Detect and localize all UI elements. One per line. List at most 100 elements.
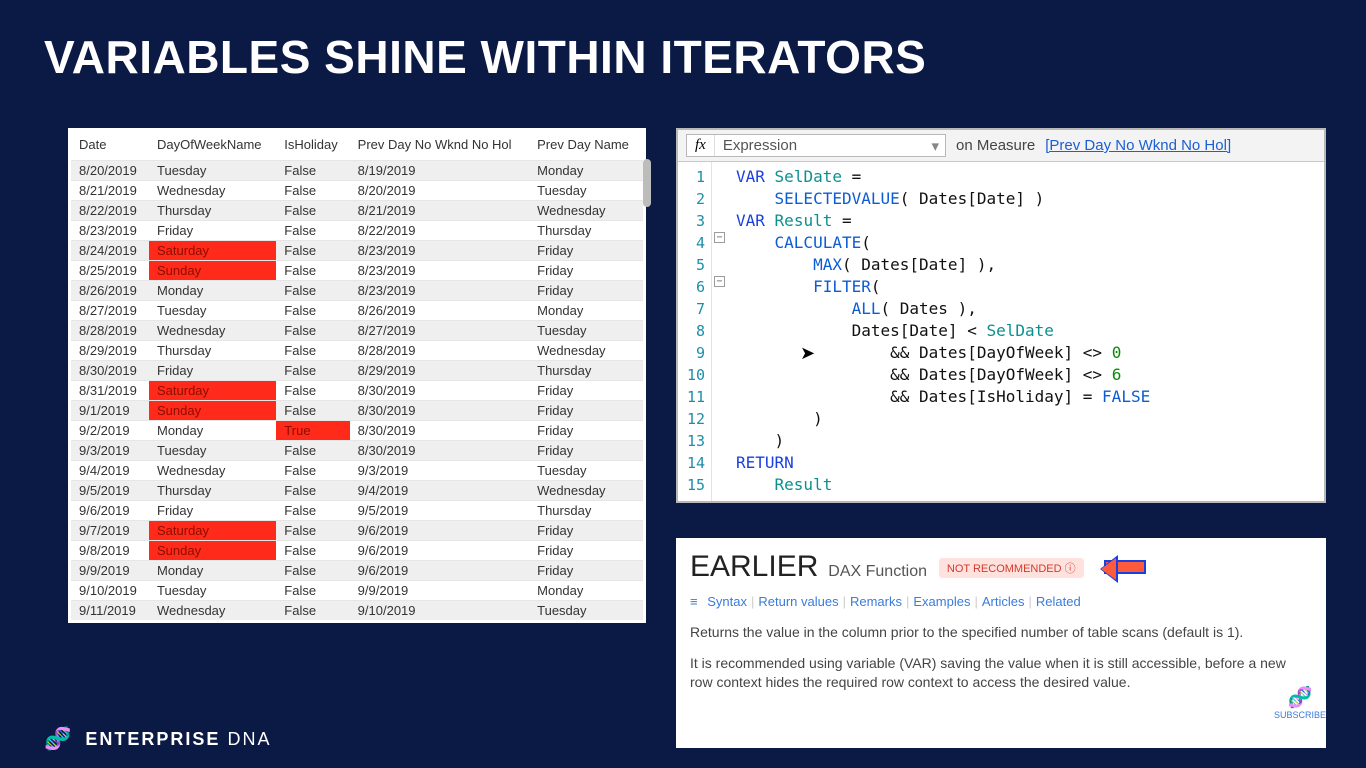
table-cell: False [276,361,349,381]
col-header[interactable]: IsHoliday [276,131,349,161]
table-cell: 8/29/2019 [350,361,529,381]
table-cell: False [276,541,349,561]
table-row[interactable]: 9/6/2019FridayFalse9/5/2019Thursday [71,501,643,521]
table-cell: False [276,561,349,581]
table-row[interactable]: 9/9/2019MondayFalse9/6/2019Friday [71,561,643,581]
table-row[interactable]: 8/24/2019SaturdayFalse8/23/2019Friday [71,241,643,261]
table-row[interactable]: 8/31/2019SaturdayFalse8/30/2019Friday [71,381,643,401]
doc-link[interactable]: Examples [913,594,970,609]
table-row[interactable]: 8/30/2019FridayFalse8/29/2019Thursday [71,361,643,381]
dax-doc-card: EARLIER DAX Function NOT RECOMMENDED ≡ S… [676,538,1326,748]
table-row[interactable]: 8/26/2019MondayFalse8/23/2019Friday [71,281,643,301]
doc-link[interactable]: Articles [982,594,1025,609]
table-row[interactable]: 8/22/2019ThursdayFalse8/21/2019Wednesday [71,201,643,221]
chevron-down-icon: ▾ [925,137,945,155]
table-cell: 9/4/2019 [71,461,149,481]
table-cell: False [276,441,349,461]
doc-link[interactable]: Related [1036,594,1081,609]
expression-dropdown[interactable]: fx Expression ▾ [686,134,946,157]
fold-icon[interactable]: − [714,232,725,243]
formula-bar: fx Expression ▾ on Measure [Prev Day No … [678,130,1324,162]
table-cell: Friday [529,561,643,581]
table-cell: Saturday [149,521,276,541]
table-cell: Friday [149,501,276,521]
table-cell: 8/21/2019 [71,181,149,201]
table-row[interactable]: 8/25/2019SundayFalse8/23/2019Friday [71,261,643,281]
table-cell: Friday [149,221,276,241]
table-cell: False [276,301,349,321]
table-cell: 8/22/2019 [350,221,529,241]
callout-arrow-icon [1104,560,1146,577]
table-row[interactable]: 9/8/2019SundayFalse9/6/2019Friday [71,541,643,561]
table-cell: 9/1/2019 [71,401,149,421]
fx-icon: fx [687,135,715,156]
table-row[interactable]: 8/29/2019ThursdayFalse8/28/2019Wednesday [71,341,643,361]
bar-text: on Measure [956,137,1035,154]
table-cell: Friday [149,361,276,381]
table-cell: Tuesday [149,581,276,601]
table-cell: 9/10/2019 [71,581,149,601]
dna-icon: 🧬 [1274,685,1326,710]
table-cell: Thursday [149,201,276,221]
col-header[interactable]: Date [71,131,149,161]
table-cell: 9/5/2019 [71,481,149,501]
table-cell: Monday [529,581,643,601]
table-cell: 9/11/2019 [71,601,149,621]
doc-link[interactable]: Syntax [707,594,747,609]
list-icon: ≡ [690,594,698,609]
col-header[interactable]: DayOfWeekName [149,131,276,161]
doc-link[interactable]: Remarks [850,594,902,609]
table-cell: 9/6/2019 [350,561,529,581]
table-cell: Friday [529,521,643,541]
doc-desc-2: It is recommended using variable (VAR) s… [690,654,1312,692]
table-cell: 9/8/2019 [71,541,149,561]
table-cell: 8/23/2019 [350,281,529,301]
table-cell: False [276,461,349,481]
table-row[interactable]: 9/3/2019TuesdayFalse8/30/2019Friday [71,441,643,461]
table-cell: 9/9/2019 [350,581,529,601]
table-cell: 8/26/2019 [71,281,149,301]
table-cell: 8/19/2019 [350,161,529,181]
table-cell: 9/6/2019 [350,541,529,561]
table-cell: 8/29/2019 [71,341,149,361]
code-body[interactable]: VAR SelDate = SELECTEDVALUE( Dates[Date]… [712,162,1150,501]
table-cell: 8/23/2019 [350,241,529,261]
fold-icon[interactable]: − [714,276,725,287]
table-row[interactable]: 9/4/2019WednesdayFalse9/3/2019Tuesday [71,461,643,481]
table-row[interactable]: 9/7/2019SaturdayFalse9/6/2019Friday [71,521,643,541]
table-row[interactable]: 8/20/2019TuesdayFalse8/19/2019Monday [71,161,643,181]
table-cell: False [276,341,349,361]
col-header[interactable]: Prev Day No Wknd No Hol [350,131,529,161]
table-cell: False [276,161,349,181]
table-cell: False [276,261,349,281]
table-row[interactable]: 9/1/2019SundayFalse8/30/2019Friday [71,401,643,421]
table-row[interactable]: 8/23/2019FridayFalse8/22/2019Thursday [71,221,643,241]
table-cell: 9/6/2019 [350,521,529,541]
table-row[interactable]: 9/11/2019WednesdayFalse9/10/2019Tuesday [71,601,643,621]
table-row[interactable]: 8/21/2019WednesdayFalse8/20/2019Tuesday [71,181,643,201]
table-cell: 8/30/2019 [350,441,529,461]
table-cell: Wednesday [149,601,276,621]
subscribe-button[interactable]: 🧬 SUBSCRIBE [1274,685,1326,720]
col-header[interactable]: Prev Day Name [529,131,643,161]
cursor-icon: ➤ [800,343,815,364]
brand-word-a: ENTERPRISE [85,729,220,749]
brand-word-b: DNA [227,729,271,749]
table-row[interactable]: 9/10/2019TuesdayFalse9/9/2019Monday [71,581,643,601]
doc-link[interactable]: Return values [758,594,838,609]
table-row[interactable]: 9/5/2019ThursdayFalse9/4/2019Wednesday [71,481,643,501]
table-row[interactable]: 8/27/2019TuesdayFalse8/26/2019Monday [71,301,643,321]
scrollbar-thumb[interactable] [643,159,651,207]
brand-footer: 🧬 ENTERPRISE DNA [44,726,271,752]
table-cell: False [276,581,349,601]
table-cell: Wednesday [529,481,643,501]
table-cell: 9/3/2019 [71,441,149,461]
table-cell: False [276,481,349,501]
table-row[interactable]: 9/2/2019MondayTrue8/30/2019Friday [71,421,643,441]
measure-link[interactable]: [Prev Day No Wknd No Hol] [1045,137,1231,154]
table-row[interactable]: 8/28/2019WednesdayFalse8/27/2019Tuesday [71,321,643,341]
table-cell: Wednesday [529,201,643,221]
table-cell: Tuesday [529,461,643,481]
table-cell: False [276,241,349,261]
table-cell: Sunday [149,541,276,561]
